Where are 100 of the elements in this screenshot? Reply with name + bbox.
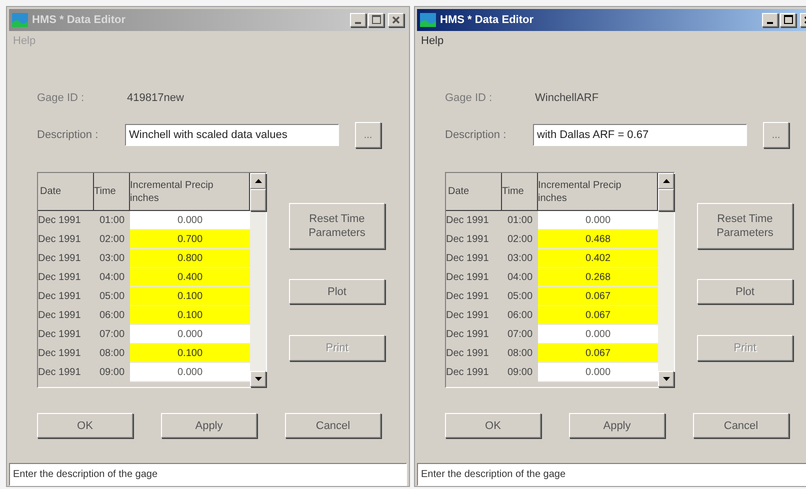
status-bar: Enter the description of the gage [417, 463, 806, 486]
time-cell-text: 07:00 [506, 328, 534, 342]
date-cell-text: Dec 1991 [446, 366, 490, 380]
precip-cell[interactable]: 0.400 [130, 268, 250, 288]
precip-cell[interactable]: 0.000 [130, 325, 250, 344]
precip-cell[interactable]: 0.100 [130, 306, 250, 326]
browse-button[interactable]: ... [355, 122, 381, 148]
time-cell-text: 05:00 [98, 290, 126, 304]
date-cell-text: Dec 1991 [38, 252, 82, 266]
precip-cell[interactable]: 0.000 [130, 211, 250, 230]
date-cell-text: Dec 1991 [446, 290, 490, 304]
precip-cell[interactable]: 0.100 [130, 344, 250, 364]
description-label: Description : [37, 128, 100, 144]
date-cell-text: Dec 1991 [38, 271, 82, 286]
column-header: Time [502, 173, 538, 210]
scroll-thumb[interactable] [250, 189, 266, 212]
minimize-icon [355, 22, 361, 24]
dialog-button[interactable]: OK [37, 413, 133, 438]
date-cell-text: Dec 1991 [38, 347, 82, 362]
date-cell-text: Dec 1991 [446, 309, 490, 324]
scroll-thumb[interactable] [658, 189, 674, 212]
precip-cell[interactable]: 0.402 [538, 249, 658, 268]
action-button[interactable]: Plot [697, 279, 793, 304]
precip-cell[interactable]: 0.700 [130, 230, 250, 250]
app-icon [420, 12, 436, 27]
minimize-button[interactable] [350, 12, 366, 27]
precip-cell[interactable]: 0.100 [130, 287, 250, 306]
app-icon [12, 12, 28, 27]
gage-id-value: 419817new [127, 91, 184, 106]
maximize-icon [372, 15, 380, 24]
dialog-button[interactable]: Apply [161, 413, 257, 438]
minimize-icon [767, 22, 773, 24]
maximize-button[interactable] [368, 12, 384, 27]
close-icon [392, 16, 400, 24]
browse-button[interactable]: ... [763, 122, 789, 148]
date-cell-text: Dec 1991 [38, 214, 82, 228]
scroll-up-button[interactable] [250, 173, 266, 190]
time-cell-text: 01:00 [98, 214, 126, 228]
time-cell-text: 04:00 [506, 271, 534, 286]
time-cell-text: 06:00 [506, 309, 534, 324]
time-cell-text: 05:00 [506, 290, 534, 304]
time-cell-text: 03:00 [506, 252, 534, 266]
precip-cell[interactable]: 0.067 [538, 287, 658, 306]
scroll-down-button[interactable] [658, 371, 674, 388]
action-button[interactable]: Plot [289, 279, 385, 304]
date-cell-text: Dec 1991 [38, 328, 82, 342]
time-cell-text: 07:00 [98, 328, 126, 342]
time-cell-text: 08:00 [506, 347, 534, 362]
column-header: Date [446, 173, 502, 210]
precip-cell[interactable]: 0.468 [538, 230, 658, 250]
description-label: Description : [445, 128, 508, 144]
precip-cell[interactable]: 0.000 [538, 363, 658, 382]
maximize-button[interactable] [780, 12, 796, 27]
dialog-button[interactable]: Apply [569, 413, 665, 438]
window-title: HMS * Data Editor [32, 12, 126, 28]
scroll-down-button[interactable] [250, 371, 266, 388]
down-arrow-icon [254, 377, 262, 382]
dialog-button[interactable]: Cancel [693, 413, 789, 438]
close-button[interactable] [388, 12, 404, 27]
dialog-button[interactable]: OK [445, 413, 541, 438]
time-cell-text: 04:00 [98, 271, 126, 286]
precip-cell[interactable]: 0.000 [538, 325, 658, 344]
date-cell-text: Dec 1991 [446, 271, 490, 286]
time-cell-text: 02:00 [506, 233, 534, 248]
gage-id-label: Gage ID : [37, 91, 86, 106]
time-cell-text: 02:00 [98, 233, 126, 248]
dialog-button[interactable]: Cancel [285, 413, 381, 438]
vertical-scrollbar[interactable] [658, 173, 674, 388]
precip-cell[interactable]: 0.000 [130, 363, 250, 382]
down-arrow-icon [662, 377, 670, 382]
date-cell-text: Dec 1991 [446, 328, 490, 342]
date-cell-text: Dec 1991 [446, 252, 490, 266]
action-button[interactable]: Reset Time Parameters [289, 203, 385, 250]
precip-cell[interactable]: 0.067 [538, 306, 658, 326]
date-cell-text: Dec 1991 [38, 309, 82, 324]
time-cell-text: 09:00 [506, 366, 534, 380]
window-title: HMS * Data Editor [440, 12, 534, 28]
precip-cell[interactable]: 0.800 [130, 249, 250, 268]
vertical-scrollbar[interactable] [250, 173, 266, 388]
time-cell-text: 01:00 [506, 214, 534, 228]
precip-cell[interactable]: 0.000 [538, 211, 658, 230]
up-arrow-icon [254, 179, 262, 184]
precip-cell[interactable]: 0.268 [538, 268, 658, 288]
date-cell-text: Dec 1991 [38, 290, 82, 304]
description-field[interactable]: Winchell with scaled data values [125, 124, 339, 146]
gage-id-label: Gage ID : [445, 91, 494, 106]
up-arrow-icon [662, 179, 670, 184]
action-button[interactable]: Reset Time Parameters [697, 203, 793, 250]
date-cell-text: Dec 1991 [446, 214, 490, 228]
menu-item[interactable]: Help [419, 33, 446, 50]
time-cell-text: 08:00 [98, 347, 126, 362]
minimize-button[interactable] [762, 12, 778, 27]
description-field[interactable]: with Dallas ARF = 0.67 [533, 124, 747, 146]
precip-cell[interactable]: 0.067 [538, 344, 658, 364]
time-cell-text: 06:00 [98, 309, 126, 324]
column-header: Date [38, 173, 94, 210]
date-cell-text: Dec 1991 [38, 366, 82, 380]
gage-id-value: WinchellARF [535, 91, 599, 106]
scroll-up-button[interactable] [658, 173, 674, 190]
column-header: Time [94, 173, 130, 210]
